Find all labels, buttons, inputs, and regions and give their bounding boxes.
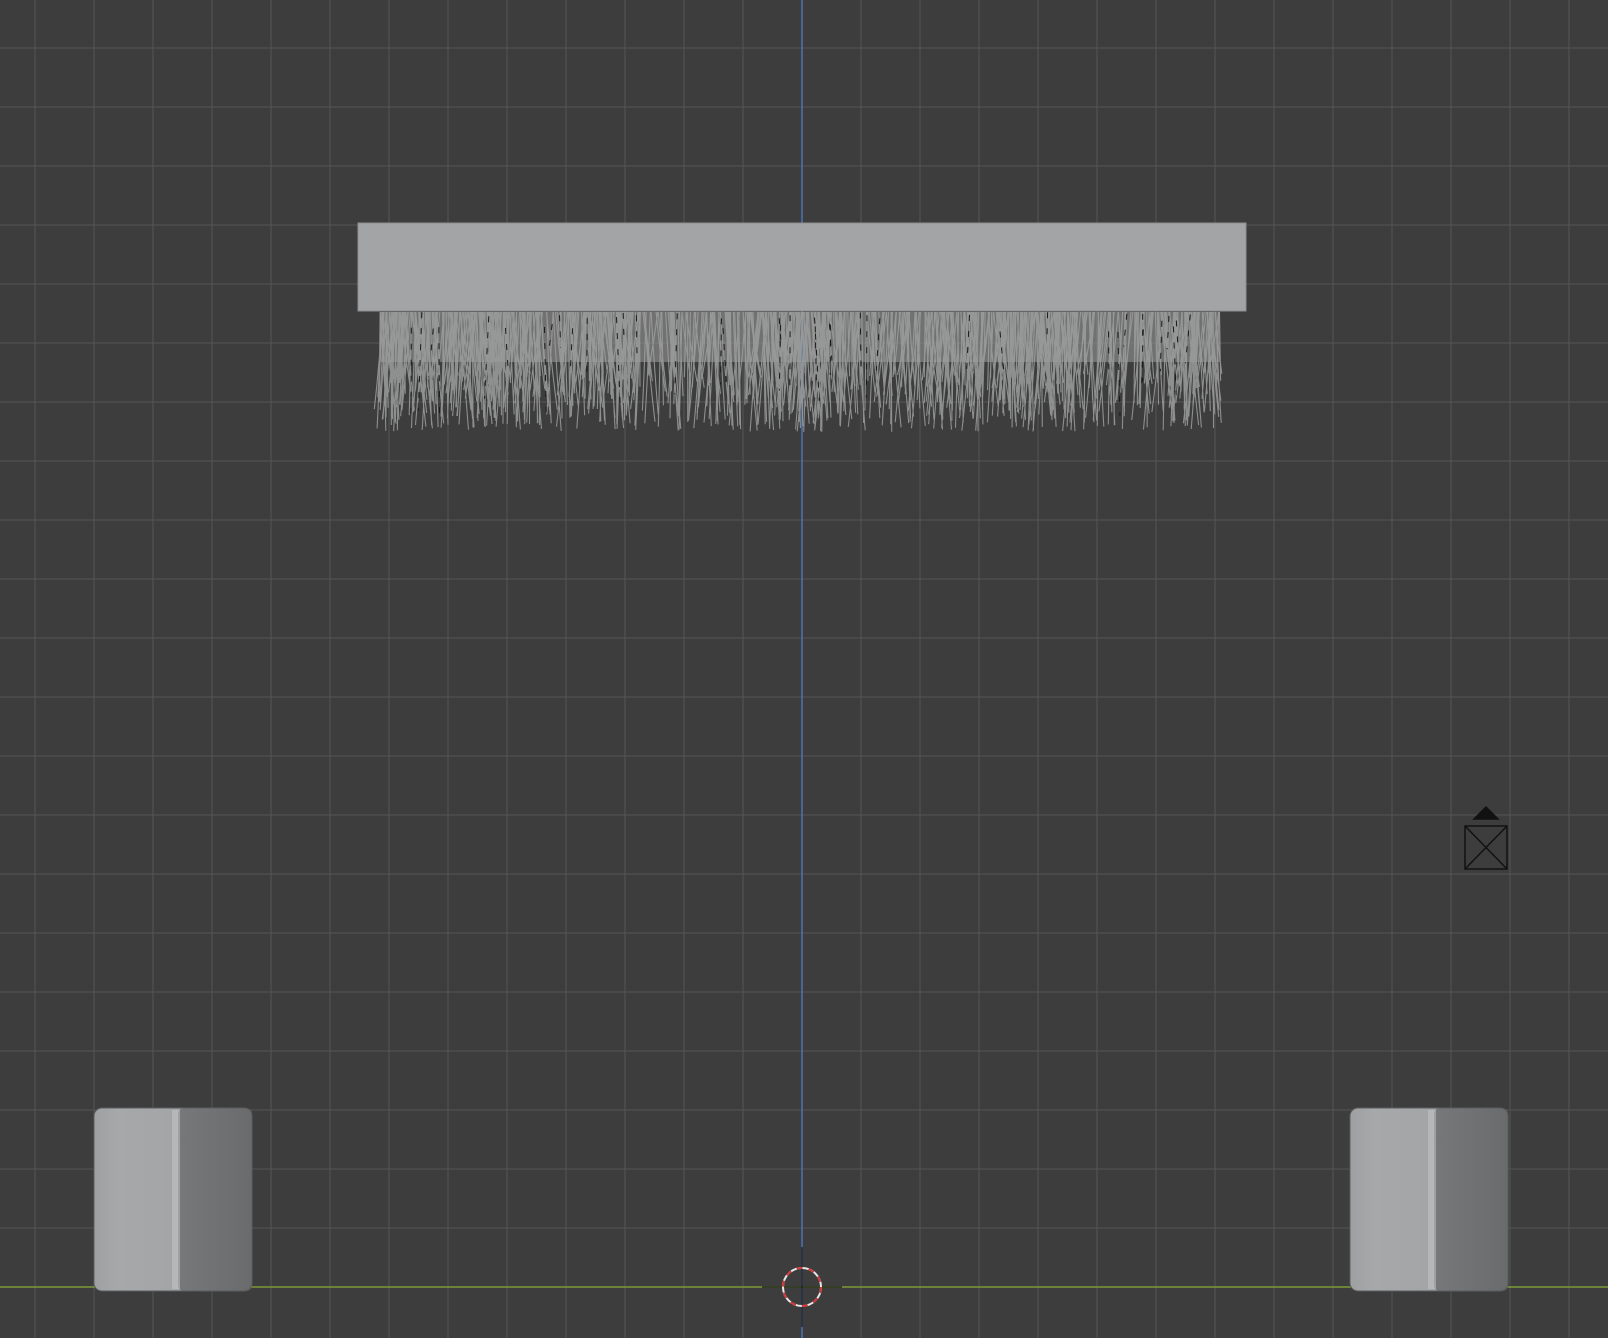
cube-left[interactable] <box>93 1107 253 1292</box>
hair-particles[interactable] <box>373 311 1223 432</box>
3d-cursor-icon[interactable] <box>762 1247 842 1327</box>
cube-right[interactable] <box>1349 1107 1509 1292</box>
viewport-scene[interactable] <box>0 0 1608 1338</box>
camera-icon[interactable] <box>1464 805 1508 870</box>
slab-mesh[interactable] <box>357 222 1247 312</box>
3d-viewport[interactable] <box>0 0 1608 1338</box>
